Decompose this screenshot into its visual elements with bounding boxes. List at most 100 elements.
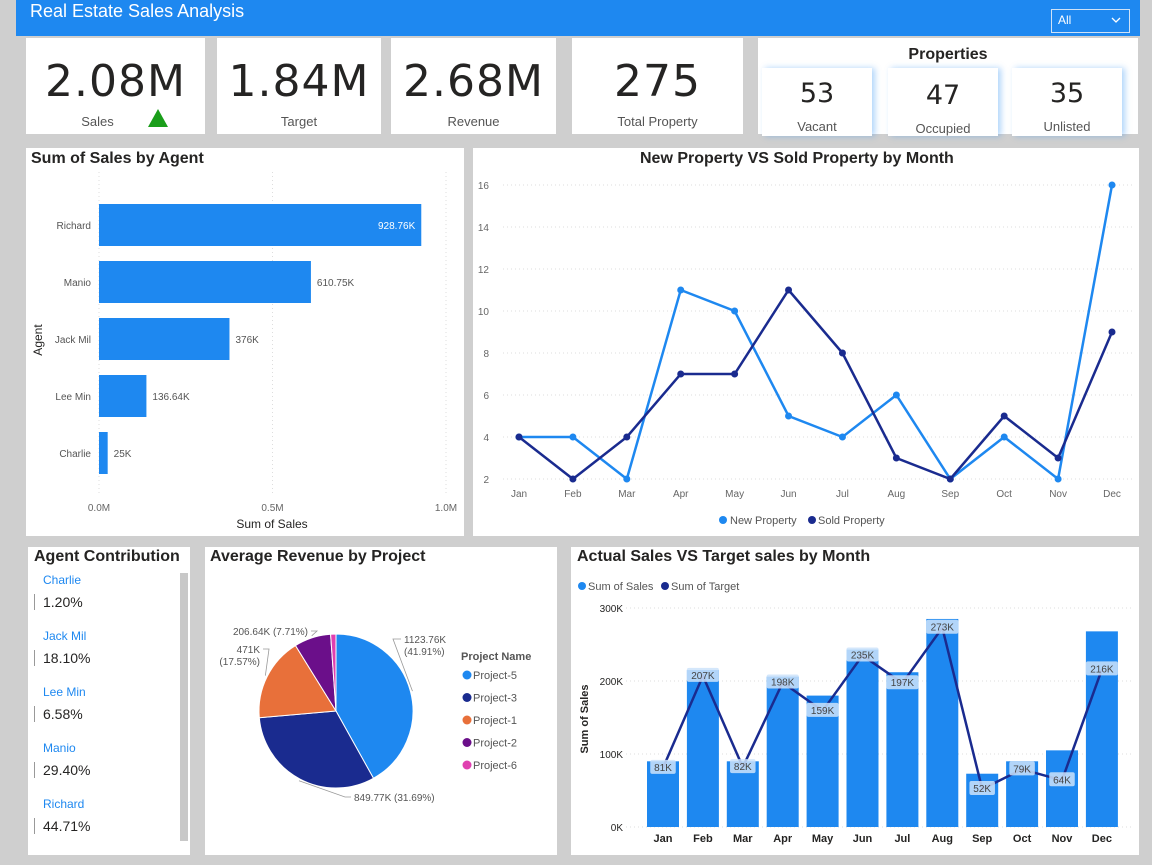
- agent-name: Lee Min: [43, 685, 86, 699]
- data-label: 197K: [891, 678, 915, 689]
- y-tick-label: 0K: [611, 823, 624, 834]
- agent-contribution-value: 44.71%: [34, 818, 174, 834]
- x-tick-label: Mar: [733, 833, 753, 845]
- filter-dropdown[interactable]: All: [1051, 9, 1130, 33]
- list-item: Jack Mil 18.10%: [34, 629, 174, 666]
- data-point: [1108, 181, 1116, 189]
- data-point: [623, 433, 631, 441]
- x-tick-label: May: [812, 833, 834, 845]
- bar: [99, 318, 230, 360]
- agent-contribution-value: 1.20%: [34, 594, 174, 610]
- y-tick-label: Lee Min: [55, 392, 91, 403]
- bar: [886, 672, 919, 827]
- x-tick-label: Nov: [1052, 833, 1074, 845]
- dashboard-title: Real Estate Sales Analysis: [30, 1, 245, 21]
- kpi-card-total-property: 275 Total Property: [572, 38, 743, 134]
- series-line: [519, 184, 1114, 482]
- x-tick-label: Mar: [618, 489, 636, 500]
- bar: [1046, 750, 1078, 827]
- properties-card: Properties 53 Vacant 47 Occupied 35 Unli…: [758, 38, 1138, 136]
- y-tick-label: Richard: [57, 221, 91, 232]
- data-label: 136.64K: [152, 392, 190, 403]
- x-tick-label: Oct: [1013, 833, 1032, 845]
- legend-label: Project-5: [473, 670, 517, 682]
- data-point: [731, 370, 739, 378]
- data-point: [569, 475, 577, 483]
- data-label: (41.91%): [404, 647, 445, 658]
- data-label: 207K: [691, 671, 715, 682]
- y-tick-label: 4: [483, 433, 489, 444]
- data-point: [838, 349, 846, 357]
- leader-line: [311, 630, 319, 637]
- x-tick-label: Feb: [564, 489, 582, 500]
- x-tick-label: Jan: [654, 833, 673, 845]
- legend-marker: [719, 516, 727, 524]
- data-label: 928.76K: [378, 221, 416, 232]
- legend-label: Sold Property: [818, 515, 885, 527]
- bar: [926, 618, 959, 827]
- x-tick-label: Jun: [853, 833, 873, 845]
- y-tick-label: 8: [483, 349, 489, 360]
- data-point: [677, 370, 685, 378]
- legend-title: Project Name: [461, 651, 531, 663]
- bar: [99, 204, 422, 246]
- data-label: 159K: [811, 706, 835, 717]
- data-point: [785, 412, 793, 420]
- avg-revenue-pie-chart: 1123.76K(41.91%) 849.77K (31.69%) 471K(17.…: [219, 627, 531, 804]
- occupied-value: 47: [925, 80, 961, 111]
- actual-vs-target-panel: Actual Sales VS Target sales by Month 0K…: [571, 547, 1139, 855]
- bar: [99, 261, 311, 303]
- data-point: [623, 475, 631, 483]
- legend-label: Project-6: [473, 760, 517, 772]
- data-point: [1000, 433, 1008, 441]
- x-tick-label: Jul: [894, 833, 910, 845]
- leader-line: [263, 648, 270, 676]
- x-tick-label: Apr: [773, 833, 793, 845]
- x-tick-label: Apr: [673, 489, 689, 500]
- data-point: [892, 391, 900, 399]
- agent-name: Manio: [43, 741, 76, 755]
- x-tick-label: Dec: [1103, 489, 1121, 500]
- unlisted-value: 35: [1049, 78, 1085, 109]
- list-item: Charlie 1.20%: [34, 573, 174, 610]
- x-tick-label: 0.5M: [261, 503, 283, 514]
- legend-label: Sum of Sales: [588, 581, 654, 593]
- data-point: [731, 307, 739, 315]
- data-point: [1054, 454, 1062, 462]
- legend-label: Project-1: [473, 715, 517, 727]
- data-label: (17.57%): [219, 657, 260, 668]
- bar: [1085, 631, 1118, 827]
- vacant-value: 53: [799, 78, 835, 109]
- kpi-total-property-label: Total Property: [617, 114, 698, 129]
- agent-name: Richard: [43, 797, 85, 811]
- data-label: 82K: [734, 762, 752, 773]
- y-tick-label: 300K: [600, 604, 624, 615]
- data-point: [1054, 475, 1062, 483]
- x-tick-label: Aug: [887, 489, 905, 500]
- x-tick-label: 0.0M: [88, 503, 110, 514]
- x-tick-label: Jul: [836, 489, 849, 500]
- properties-unlisted: 35 Unlisted: [1012, 68, 1122, 136]
- avg-revenue-panel: Average Revenue by Project 1123.76K (41.9…: [205, 547, 557, 855]
- kpi-revenue-label: Revenue: [447, 114, 500, 129]
- data-label: 471K: [237, 645, 261, 656]
- list-scrollbar[interactable]: [180, 573, 188, 841]
- data-label: 81K: [654, 763, 672, 774]
- data-label: 79K: [1013, 764, 1031, 775]
- data-label: 849.77K (31.69%): [354, 793, 435, 804]
- x-tick-label: Dec: [1092, 833, 1112, 845]
- agent-contribution-panel: Agent Contribution Charlie 1.20% Jack Mi…: [28, 547, 190, 855]
- legend-label: New Property: [730, 515, 797, 527]
- data-label: 64K: [1053, 775, 1071, 786]
- x-tick-label: Nov: [1049, 489, 1067, 500]
- y-tick-label: Jack Mil: [55, 335, 91, 346]
- y-tick-label: Manio: [64, 278, 92, 289]
- kpi-target-value: 1.84M: [228, 56, 370, 107]
- data-label: 216K: [1090, 664, 1114, 675]
- data-label: 198K: [771, 677, 795, 688]
- y-axis-title: Agent: [31, 324, 45, 356]
- y-tick-label: 2: [483, 475, 489, 486]
- actual-vs-target-chart: 0K 100K 200K 300K Jan Feb Mar Apr May Jun Jul Aug Se…: [578, 581, 1133, 845]
- legend-label: Project-3: [473, 693, 517, 705]
- occupied-label: Occupied: [915, 121, 971, 136]
